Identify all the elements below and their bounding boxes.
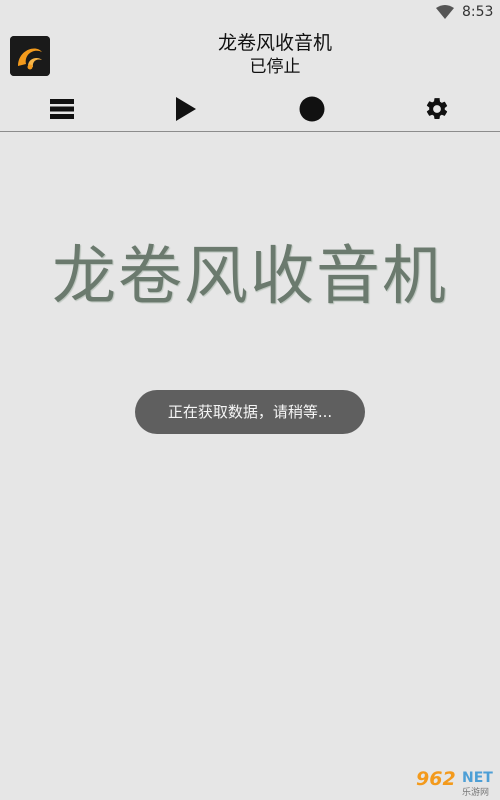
- toolbar-divider: [0, 131, 500, 132]
- list-icon: [50, 99, 74, 119]
- list-button[interactable]: [44, 92, 80, 126]
- record-button[interactable]: [294, 92, 330, 126]
- status-bar: 8:53: [0, 0, 500, 24]
- screen: 8:53 龙卷风收音机 已停止 龙卷风收音机 正在获取数据，请稍等... 962…: [0, 0, 500, 800]
- record-icon: [299, 96, 325, 122]
- play-button[interactable]: [168, 92, 204, 126]
- playback-status: 已停止: [249, 57, 301, 77]
- main-title: 龙卷风收音机: [52, 240, 448, 314]
- title-block: 龙卷风收音机 已停止: [0, 30, 500, 78]
- gear-icon: [426, 98, 448, 119]
- watermark-net: NET: [462, 770, 493, 786]
- status-time: 8:53: [462, 4, 494, 20]
- watermark-sub: 乐游网: [462, 788, 490, 798]
- app-title: 龙卷风收音机: [217, 32, 332, 54]
- play-icon: [176, 97, 196, 121]
- watermark-number: 962: [416, 768, 456, 790]
- app-bar: 龙卷风收音机 已停止: [0, 24, 500, 132]
- settings-button[interactable]: [419, 92, 455, 126]
- wifi-icon: [436, 5, 454, 19]
- toolbar: [0, 88, 500, 130]
- loading-toast: 正在获取数据，请稍等...: [135, 390, 365, 434]
- watermark-logo: 962 NET 乐游网: [414, 768, 498, 798]
